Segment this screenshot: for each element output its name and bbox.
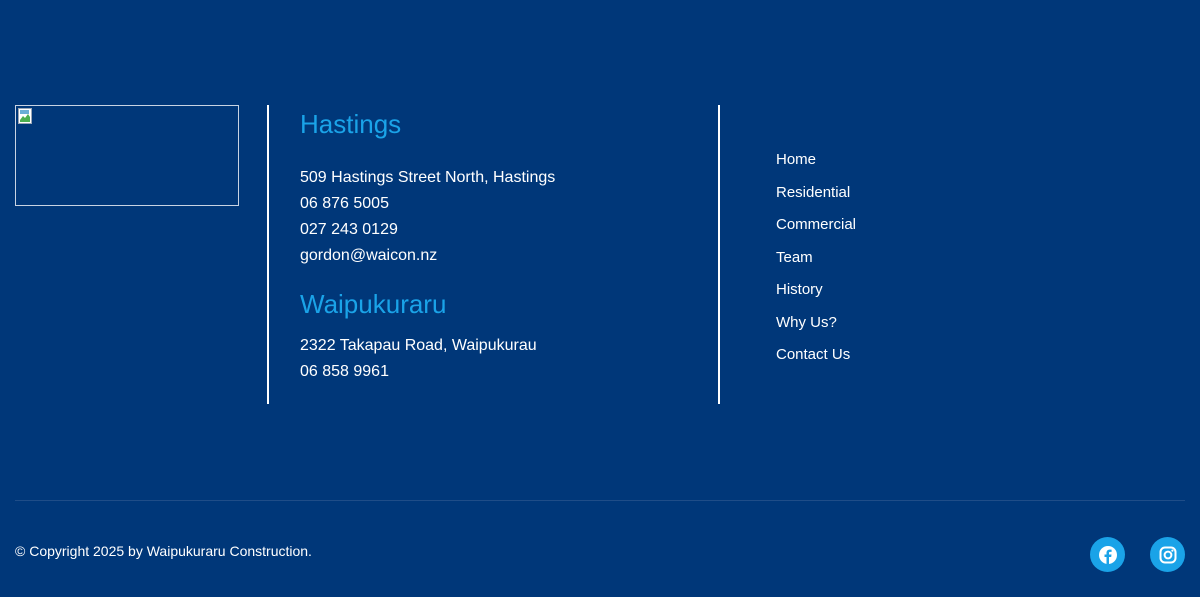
facebook-icon (1098, 545, 1117, 564)
nav-link-team[interactable]: Team (776, 242, 856, 275)
locations-column: Hastings 509 Hastings Street North, Hast… (300, 107, 700, 385)
hastings-address: 509 Hastings Street North, Hastings (300, 169, 556, 186)
waipukuraru-phone[interactable]: 06 858 9961 (300, 359, 700, 385)
location-details-waipukuraru: 2322 Takapau Road, Waipukurau 06 858 996… (300, 333, 700, 385)
broken-image-icon (18, 108, 32, 124)
footer-nav: Home Residential Commercial Team History… (776, 144, 856, 372)
location-title-waipukuraru: Waipukuraru (300, 289, 447, 319)
nav-link-residential[interactable]: Residential (776, 177, 856, 210)
nav-link-commercial[interactable]: Commercial (776, 209, 856, 242)
location-details-hastings: 509 Hastings Street North, Hastings 06 8… (300, 165, 700, 269)
nav-link-home[interactable]: Home (776, 144, 856, 177)
column-divider-right (718, 105, 720, 404)
facebook-button[interactable] (1090, 537, 1125, 572)
footer-divider (15, 500, 1185, 501)
copyright-text: © Copyright 2025 by Waipukuraru Construc… (15, 543, 312, 559)
site-footer: Hastings 509 Hastings Street North, Hast… (0, 0, 1200, 597)
hastings-phone[interactable]: 06 876 5005 (300, 191, 700, 217)
location-title-hastings: Hastings (300, 109, 402, 139)
logo-image-placeholder[interactable] (15, 105, 239, 206)
instagram-icon (1159, 546, 1176, 563)
waipukuraru-address: 2322 Takapau Road, Waipukurau (300, 337, 537, 354)
column-divider-left (267, 105, 269, 404)
nav-link-history[interactable]: History (776, 274, 856, 307)
hastings-email[interactable]: gordon@waicon.nz (300, 243, 700, 269)
nav-link-contact-us[interactable]: Contact Us (776, 339, 856, 372)
instagram-button[interactable] (1150, 537, 1185, 572)
hastings-mobile[interactable]: 027 243 0129 (300, 217, 700, 243)
nav-link-why-us[interactable]: Why Us? (776, 307, 856, 340)
